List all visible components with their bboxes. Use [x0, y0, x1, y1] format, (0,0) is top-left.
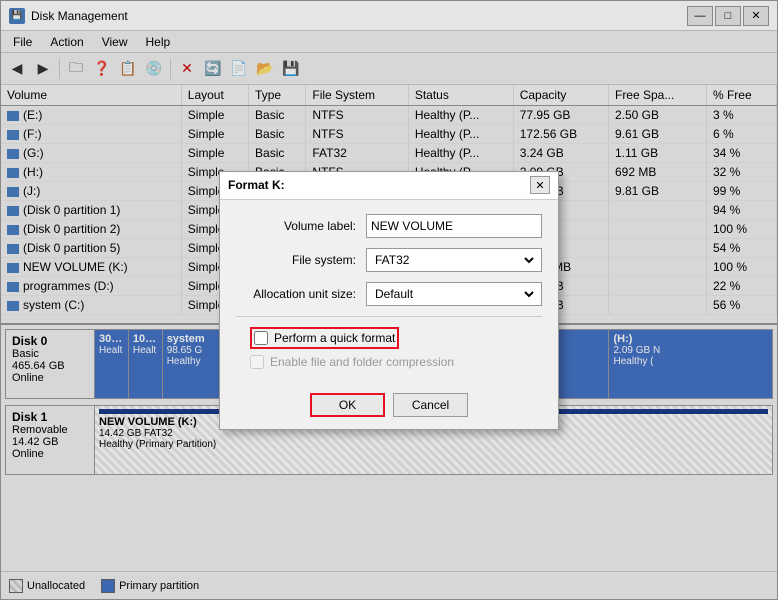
- dialog-titlebar: Format K: ✕: [220, 172, 558, 200]
- dialog-title: Format K:: [228, 178, 285, 192]
- divider: [236, 316, 542, 317]
- quick-format-row: Perform a quick format: [236, 327, 542, 349]
- cancel-button[interactable]: Cancel: [393, 393, 468, 417]
- compression-label: Enable file and folder compression: [270, 355, 454, 369]
- alloc-unit-text: Allocation unit size:: [236, 287, 366, 301]
- dialog-body: Volume label: File system: FAT32 NTFS ex…: [220, 200, 558, 385]
- volume-label-text: Volume label:: [236, 219, 366, 233]
- compression-row: Enable file and folder compression: [236, 355, 542, 369]
- file-system-select-wrapper[interactable]: FAT32 NTFS exFAT: [366, 248, 542, 272]
- dialog-overlay: Format K: ✕ Volume label: File system: F…: [0, 0, 778, 600]
- dialog-buttons: OK Cancel: [220, 385, 558, 429]
- quick-format-highlight: Perform a quick format: [250, 327, 399, 349]
- format-dialog: Format K: ✕ Volume label: File system: F…: [219, 171, 559, 430]
- file-system-row: File system: FAT32 NTFS exFAT: [236, 248, 542, 272]
- alloc-unit-row: Allocation unit size: Default 512 1024 2…: [236, 282, 542, 306]
- alloc-unit-select-wrapper[interactable]: Default 512 1024 2048 4096: [366, 282, 542, 306]
- alloc-unit-select[interactable]: Default 512 1024 2048 4096: [371, 283, 537, 305]
- compression-checkbox[interactable]: [250, 355, 264, 369]
- ok-button[interactable]: OK: [310, 393, 385, 417]
- file-system-text: File system:: [236, 253, 366, 267]
- dialog-close-button[interactable]: ✕: [530, 176, 550, 194]
- volume-label-input[interactable]: [366, 214, 542, 238]
- volume-label-row: Volume label:: [236, 214, 542, 238]
- quick-format-checkbox[interactable]: [254, 331, 268, 345]
- quick-format-label[interactable]: Perform a quick format: [274, 331, 395, 345]
- file-system-select[interactable]: FAT32 NTFS exFAT: [371, 249, 537, 271]
